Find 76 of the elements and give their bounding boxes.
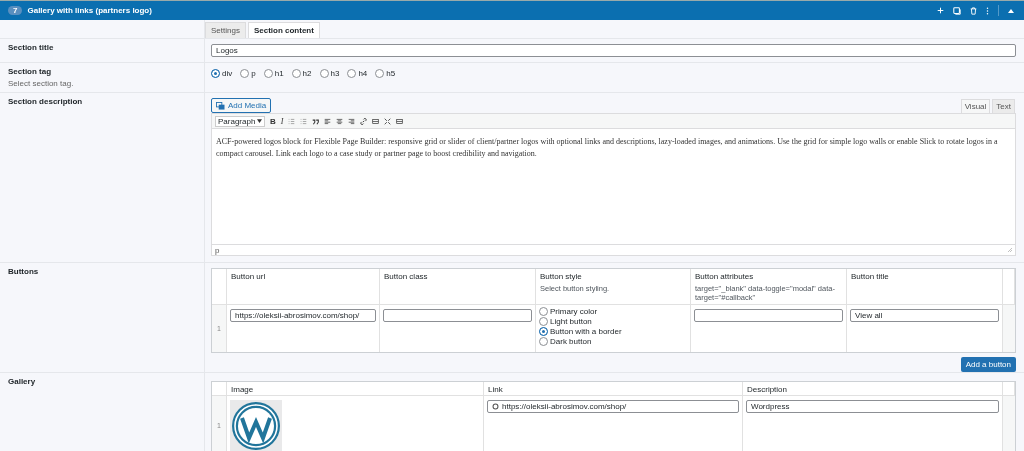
- radio-button[interactable]: [539, 337, 548, 346]
- align-left-icon[interactable]: [324, 117, 332, 125]
- radio-label: Primary color: [550, 307, 598, 316]
- button-attributes-field[interactable]: [694, 309, 843, 322]
- radio-button[interactable]: [319, 69, 329, 78]
- button-title-field[interactable]: View all: [850, 309, 999, 322]
- element-path: p: [215, 245, 220, 255]
- column-header: Button attributes: [695, 272, 755, 281]
- column-header: Button class: [384, 272, 429, 281]
- row-actions-cell[interactable]: [1003, 305, 1015, 352]
- editor-content[interactable]: ACF-powered logos block for Flexible Page Builder: responsive grid or slider of client/partner logos with optional links and descriptions, lazy-loaded images, and animations. Use the grid for simple logo walls or enable Slick to rotate logos in a compact carousel. Link each logo to a case study or partner page to boost credibility and navigation.: [212, 129, 1015, 244]
- fullscreen-icon[interactable]: [384, 117, 392, 125]
- column-header: Description: [747, 385, 788, 394]
- column-header: Link: [488, 385, 504, 394]
- numbered-list-icon[interactable]: [300, 117, 308, 125]
- align-center-icon[interactable]: [336, 117, 344, 125]
- radio-label: h5: [386, 69, 396, 78]
- radio-button[interactable]: [291, 69, 301, 78]
- field-label: Section title: [8, 43, 55, 52]
- column-header: Image: [231, 385, 255, 394]
- add-media-button[interactable]: Add Media: [211, 98, 272, 113]
- add-icon[interactable]: [937, 7, 944, 14]
- radio-label: p: [251, 69, 256, 78]
- editor-tab[interactable]: Text: [992, 99, 1015, 113]
- radio-label: Button with a border: [550, 327, 622, 336]
- field-label: Gallery: [8, 377, 37, 386]
- field-hint: Select section tag.: [8, 79, 75, 88]
- add-button[interactable]: Add a button: [960, 357, 1016, 372]
- row-actions-cell[interactable]: [1003, 396, 1015, 451]
- collapse-icon[interactable]: [1008, 8, 1014, 13]
- section-title-field[interactable]: Logos: [211, 44, 1016, 57]
- italic-button[interactable]: I: [280, 116, 284, 126]
- radio-button[interactable]: [347, 69, 357, 78]
- duplicate-icon[interactable]: [953, 6, 961, 15]
- radio-label: h2: [302, 69, 312, 78]
- radio-button[interactable]: [240, 69, 250, 78]
- tab[interactable]: Settings: [205, 22, 246, 38]
- button-url-field[interactable]: https://oleksii-abrosimov.com/shop/: [230, 309, 376, 322]
- bullet-list-icon[interactable]: [288, 117, 296, 125]
- quote-icon[interactable]: [312, 117, 320, 125]
- radio-button[interactable]: [375, 69, 385, 78]
- radio-button[interactable]: [539, 317, 548, 326]
- format-dropdown[interactable]: Paragraph: [215, 115, 265, 127]
- column-header: Button title: [851, 272, 890, 281]
- radio-label: h4: [358, 69, 368, 78]
- radio-label: Dark button: [550, 337, 592, 346]
- link-field[interactable]: https://oleksii-abrosimov.com/shop/: [487, 400, 739, 413]
- trash-icon[interactable]: [970, 6, 977, 15]
- align-right-icon[interactable]: [348, 117, 356, 125]
- radio-button[interactable]: [211, 69, 220, 78]
- radio-button[interactable]: [539, 327, 548, 336]
- description-field[interactable]: Wordpress: [746, 400, 999, 413]
- more-icon[interactable]: [986, 6, 989, 15]
- layout-title: Gallery with links (partners logo): [27, 6, 152, 15]
- radio-label: h1: [274, 69, 284, 78]
- caret-icon: [257, 119, 262, 123]
- editor-tab[interactable]: Visual: [960, 99, 991, 113]
- button-class-field[interactable]: [383, 309, 532, 322]
- field-label: Section description: [8, 97, 84, 106]
- tab[interactable]: Section content: [247, 22, 320, 38]
- column-header: Button style: [540, 272, 583, 281]
- media-icon: [216, 101, 225, 110]
- radio-label: div: [222, 69, 233, 78]
- field-label: Section tag: [8, 67, 53, 76]
- layout-number: 7: [8, 6, 23, 15]
- link-icon[interactable]: [360, 117, 368, 125]
- radio-label: Light button: [550, 317, 592, 326]
- more-tag-icon[interactable]: [372, 117, 380, 125]
- resize-handle-icon[interactable]: [1008, 248, 1012, 252]
- bold-button[interactable]: B: [270, 116, 276, 126]
- column-header: Button url: [231, 272, 267, 281]
- radio-label: h3: [330, 69, 340, 78]
- radio-button[interactable]: [263, 69, 273, 78]
- radio-button[interactable]: [539, 307, 548, 316]
- toolbar-toggle-icon[interactable]: [396, 117, 404, 125]
- field-label: Buttons: [8, 267, 40, 276]
